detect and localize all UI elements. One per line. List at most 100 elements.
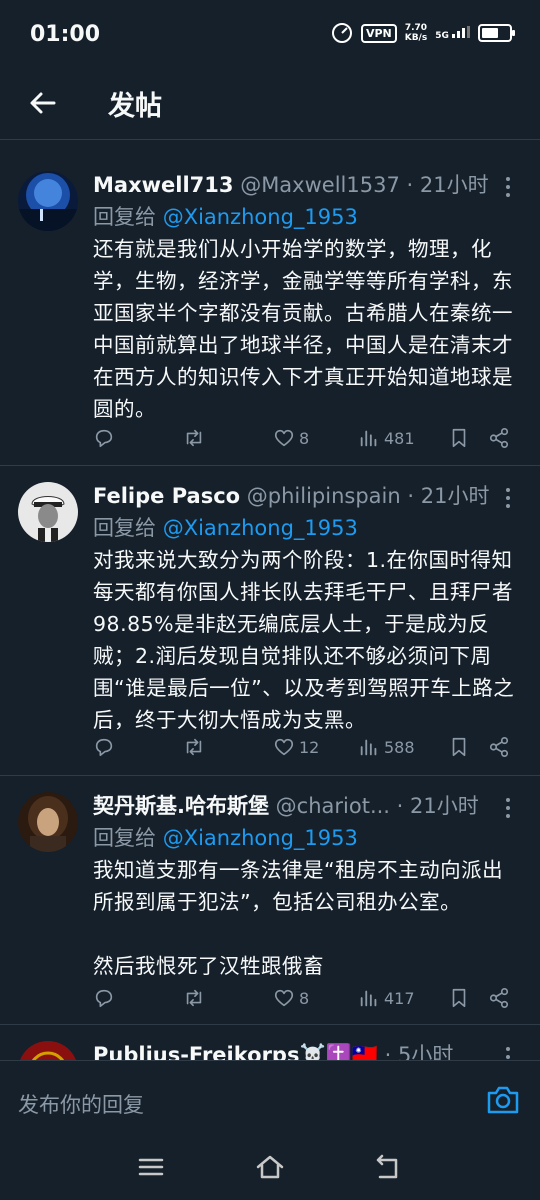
reply-tweet[interactable]: Publius-Freikorps☠️✝️🇹🇼 · 5小时	[0, 1025, 540, 1060]
like-icon	[274, 989, 294, 1007]
more-icon[interactable]	[498, 1045, 518, 1060]
views-button[interactable]: 588	[358, 732, 415, 762]
camera-icon[interactable]	[486, 1085, 520, 1115]
avatar[interactable]	[18, 482, 78, 542]
view-count: 588	[384, 737, 415, 757]
tweet-header: Felipe Pasco @philipinspain · 21小时	[93, 480, 493, 510]
back-arrow-icon[interactable]	[26, 86, 60, 120]
like-button[interactable]: 8	[273, 983, 309, 1013]
share-icon	[489, 428, 509, 448]
tweet-text: 我知道支那有一条法律是“租房不主动向派出所报到属于犯法”，包括公司租办公室。 然…	[93, 858, 504, 978]
retweet-icon	[186, 989, 202, 1007]
bookmark-button[interactable]	[448, 423, 470, 453]
bookmark-icon	[452, 428, 466, 448]
view-count: 417	[384, 988, 415, 1008]
share-button[interactable]	[488, 983, 510, 1013]
speedometer-icon	[331, 22, 353, 44]
action-bar: 12 588	[93, 732, 523, 762]
like-count: 8	[299, 428, 310, 448]
return-icon[interactable]	[374, 1152, 404, 1182]
tweet-text: 对我来说大致分为两个阶段：1.在你国时得知每天都有你国人排长队去拜毛干尸、且拜尸…	[93, 548, 515, 732]
views-icon	[360, 990, 377, 1007]
reply-icon	[95, 989, 113, 1008]
user-handle[interactable]: @philipinspain	[247, 484, 401, 508]
reply-button[interactable]	[93, 423, 115, 453]
separator-dot: ·	[406, 173, 414, 197]
like-icon	[274, 738, 294, 756]
user-handle[interactable]: @chariot...	[276, 794, 390, 818]
user-handle[interactable]: @Maxwell1537	[240, 173, 400, 197]
avatar[interactable]	[18, 1041, 78, 1060]
retweet-button[interactable]	[183, 423, 205, 453]
bookmark-button[interactable]	[448, 732, 470, 762]
timestamp: 5小时	[397, 1043, 454, 1060]
action-bar: 8 481	[93, 423, 523, 453]
retweet-icon	[186, 738, 202, 756]
share-button[interactable]	[488, 732, 510, 762]
signal-type: 5G	[435, 30, 449, 41]
reply-tweet[interactable]: 契丹斯基.哈布斯堡 @chariot... · 21小时 回复给 @Xianzh…	[0, 776, 540, 1025]
net-speed-value: 7.70	[404, 23, 428, 33]
views-icon	[360, 430, 377, 447]
like-count: 8	[299, 988, 310, 1008]
more-icon[interactable]	[498, 175, 518, 199]
like-button[interactable]: 12	[273, 732, 319, 762]
display-name[interactable]: Publius-Freikorps☠️✝️🇹🇼	[93, 1043, 378, 1060]
reply-icon	[95, 429, 113, 448]
view-count: 481	[384, 428, 415, 448]
reply-mention[interactable]: @Xianzhong_1953	[163, 205, 358, 229]
tweet-header: Maxwell713 @Maxwell1537 · 21小时	[93, 169, 493, 199]
bookmark-icon	[452, 737, 466, 757]
home-icon[interactable]	[255, 1152, 285, 1182]
share-button[interactable]	[488, 423, 510, 453]
timestamp: 21小时	[419, 173, 489, 197]
more-icon[interactable]	[498, 486, 518, 510]
display-name[interactable]: Maxwell713	[93, 173, 234, 197]
like-icon	[274, 429, 294, 447]
avatar[interactable]	[18, 792, 78, 852]
display-name[interactable]: 契丹斯基.哈布斯堡	[93, 794, 269, 818]
reply-prefix: 回复给	[93, 516, 156, 540]
like-button[interactable]: 8	[273, 423, 309, 453]
battery-icon	[478, 24, 515, 42]
menu-icon[interactable]	[136, 1152, 166, 1182]
views-icon	[360, 739, 377, 756]
signal-label: 5G	[435, 25, 470, 41]
views-button[interactable]: 481	[358, 423, 415, 453]
retweet-button[interactable]	[183, 732, 205, 762]
share-icon	[489, 988, 509, 1008]
reply-context: 回复给 @Xianzhong_1953	[93, 201, 358, 231]
separator-dot: ·	[396, 794, 404, 818]
share-icon	[489, 737, 509, 757]
views-button[interactable]: 417	[358, 983, 415, 1013]
tweet-text: 还有就是我们从小开始学的数学，物理，化学，生物，经济学，金融学等等所有学科，东亚…	[93, 237, 513, 421]
reply-prefix: 回复给	[93, 826, 156, 850]
reply-button[interactable]	[93, 732, 115, 762]
page-title: 发帖	[108, 91, 162, 122]
reply-tweet[interactable]: Maxwell713 @Maxwell1537 · 21小时 回复给 @Xian…	[0, 155, 540, 466]
display-name[interactable]: Felipe Pasco	[93, 484, 240, 508]
status-icons: VPN 7.70 KB/s 5G	[331, 22, 515, 44]
reply-composer: 发布你的回复	[0, 1060, 540, 1130]
reply-mention[interactable]: @Xianzhong_1953	[163, 516, 358, 540]
separator-dot: ·	[407, 484, 415, 508]
timestamp: 21小时	[420, 484, 490, 508]
reply-mention[interactable]: @Xianzhong_1953	[163, 826, 358, 850]
avatar[interactable]	[18, 171, 78, 231]
tweet-header: 契丹斯基.哈布斯堡 @chariot... · 21小时	[93, 790, 493, 820]
retweet-button[interactable]	[183, 983, 205, 1013]
bookmark-button[interactable]	[448, 983, 470, 1013]
reply-button[interactable]	[93, 983, 115, 1013]
action-bar: 8 417	[93, 983, 523, 1013]
tweet-header: Publius-Freikorps☠️✝️🇹🇼 · 5小时	[93, 1039, 493, 1060]
retweet-icon	[186, 429, 202, 447]
system-nav-bar	[0, 1130, 540, 1200]
vpn-badge: VPN	[360, 23, 397, 43]
reply-input[interactable]: 发布你的回复	[18, 1089, 144, 1119]
reply-context: 回复给 @Xianzhong_1953	[93, 822, 358, 852]
more-icon[interactable]	[498, 796, 518, 820]
net-speed-unit: KB/s	[404, 33, 428, 43]
reply-prefix: 回复给	[93, 205, 156, 229]
reply-tweet[interactable]: Felipe Pasco @philipinspain · 21小时 回复给 @…	[0, 466, 540, 776]
reply-context: 回复给 @Xianzhong_1953	[93, 512, 358, 542]
